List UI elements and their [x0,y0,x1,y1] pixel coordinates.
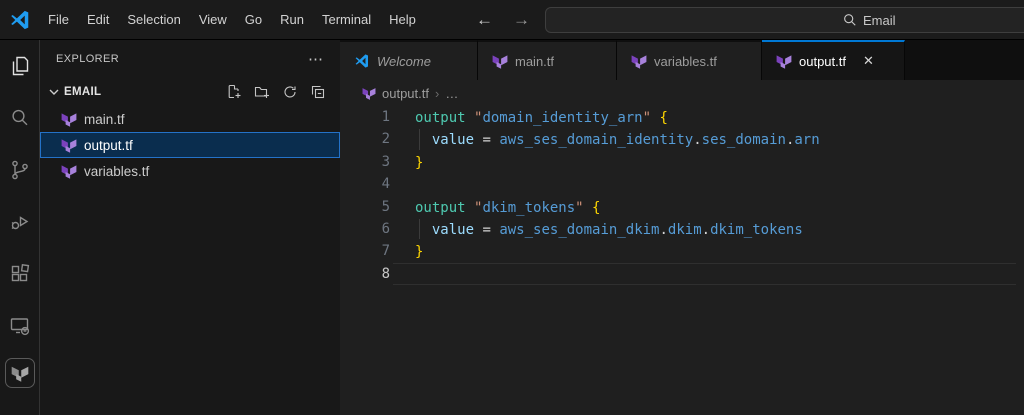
line-content[interactable]: output "dkim_tokens" { [393,196,1016,218]
terraform-file-icon [61,111,77,127]
file-row-variables-tf[interactable]: variables.tf [40,158,340,184]
menu-go[interactable]: Go [236,0,271,40]
explorer-more-icon[interactable]: ⋯ [308,50,324,68]
run-debug-icon[interactable] [0,196,39,248]
menu-view[interactable]: View [190,0,236,40]
code-line[interactable]: 7} [340,240,1024,262]
indent-guide [419,218,420,240]
terraform-frame [4,358,35,388]
close-icon[interactable]: ✕ [863,53,874,69]
menu-run[interactable]: Run [271,0,313,40]
line-number: 5 [381,198,390,215]
forward-arrow-icon[interactable]: → [513,10,530,30]
folder-section-email[interactable]: EMAIL [40,78,340,106]
line-content[interactable]: } [393,240,1016,262]
code-line[interactable]: 2 value = aws_ses_domain_identity.ses_do… [340,128,1024,150]
explorer-actions [226,84,326,100]
tab-variables-tf[interactable]: variables.tf [617,40,762,80]
explorer-header: EXPLORER ⋯ [40,40,340,78]
refresh-icon[interactable] [282,84,298,100]
terraform-file-icon [61,163,77,179]
command-center-search[interactable]: Email [545,7,1024,33]
terraform-icon [492,53,508,69]
terraform-file-icon [61,137,77,153]
menu-selection[interactable]: Selection [118,0,189,40]
menu-file[interactable]: File [39,0,78,40]
search-content: Email [843,8,896,32]
title-bar: File Edit Selection View Go Run Terminal… [0,0,1024,40]
code-lines[interactable]: 1 output "domain_identity_arn" {2 value =… [340,106,1024,415]
search-placeholder: Email [863,12,896,28]
search-view-icon[interactable] [0,92,39,144]
tab-main-tf[interactable]: main.tf [478,40,617,80]
line-content[interactable]: value = aws_ses_domain_identity.ses_doma… [393,128,1016,150]
tab-bar: Welcome main.tf variables.tf output.tf ✕ [340,40,1024,80]
code-line[interactable]: 8 [340,262,1024,286]
breadcrumb-file[interactable]: output.tf [382,86,429,101]
new-file-icon[interactable] [226,84,242,100]
line-content[interactable] [393,262,1016,286]
code-line[interactable]: 5 output "dkim_tokens" { [340,196,1024,218]
tab-label: variables.tf [654,53,717,69]
file-row-main-tf[interactable]: main.tf [40,106,340,132]
menu-terminal[interactable]: Terminal [313,0,380,40]
tab-welcome[interactable]: Welcome [340,40,478,80]
terraform-view-icon[interactable] [0,352,39,396]
tab-label: output.tf [799,53,846,69]
line-content[interactable]: output "domain_identity_arn" { [393,106,1016,128]
file-name: output.tf [84,137,133,153]
editor-group: Welcome main.tf variables.tf output.tf ✕… [340,40,1024,415]
chevron-down-icon [46,84,62,100]
collapse-all-icon[interactable] [310,84,326,100]
breadcrumb-more[interactable]: … [445,86,458,101]
explorer-icon[interactable] [0,40,39,92]
line-number: 7 [381,243,390,260]
vscode-window: File Edit Selection View Go Run Terminal… [0,0,1024,415]
line-number: 3 [381,153,390,170]
vscode-icon [354,53,370,69]
line-number: 4 [381,176,390,193]
indent-guide [419,129,420,150]
tab-label: Welcome [377,53,431,69]
line-number: 6 [381,220,390,237]
file-name: variables.tf [84,163,150,179]
breadcrumb-separator-icon: › [434,85,440,101]
line-content[interactable]: value = aws_ses_domain_dkim.dkim.dkim_to… [393,218,1016,240]
line-content[interactable]: } [393,151,1016,173]
breadcrumb[interactable]: output.tf › … [340,80,1024,106]
terraform-icon [776,53,792,69]
terraform-icon [362,86,376,100]
menu-edit[interactable]: Edit [78,0,118,40]
explorer-sidebar: EXPLORER ⋯ EMAIL main.tf output.tf varia… [40,40,340,415]
search-icon [844,14,856,26]
code-line[interactable]: 1 output "domain_identity_arn" { [340,106,1024,128]
menu-bar: File Edit Selection View Go Run Terminal… [39,0,425,40]
activity-bar [0,40,40,415]
line-number: 2 [381,131,390,148]
source-control-icon[interactable] [0,144,39,196]
extensions-icon[interactable] [0,248,39,300]
vscode-logo-icon [9,9,31,31]
code-line[interactable]: 3} [340,151,1024,173]
explorer-title: EXPLORER [56,53,120,65]
code-line[interactable]: 4 [340,173,1024,195]
line-content[interactable] [393,173,1016,195]
tab-label: main.tf [515,53,555,69]
history-nav: ← → [476,0,530,40]
terraform-icon [631,53,647,69]
file-name: main.tf [84,111,125,127]
remote-explorer-icon[interactable] [0,300,39,352]
line-number: 1 [381,109,390,125]
menu-help[interactable]: Help [380,0,425,40]
folder-name: EMAIL [64,86,102,98]
back-arrow-icon[interactable]: ← [476,10,493,30]
new-folder-icon[interactable] [254,84,270,100]
code-line[interactable]: 6 value = aws_ses_domain_dkim.dkim.dkim_… [340,218,1024,240]
file-row-output-tf[interactable]: output.tf [40,132,340,158]
tab-output-tf[interactable]: output.tf ✕ [762,40,905,80]
line-number: 8 [381,265,390,282]
